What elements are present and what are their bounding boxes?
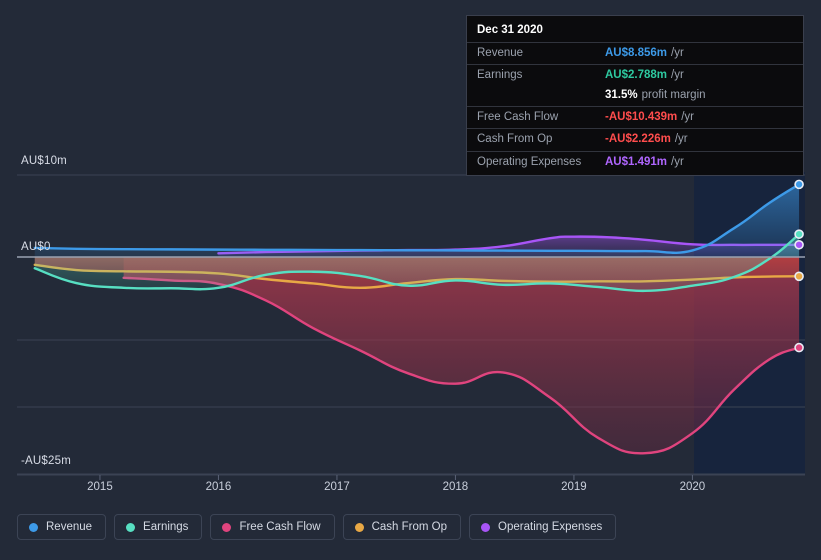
legend-item-label: Revenue	[46, 521, 93, 533]
tooltip-row: Revenue AU$8.856m/yr	[467, 42, 803, 64]
tooltip-row-value: AU$1.491m	[605, 155, 668, 168]
legend-color-dot-icon	[126, 522, 136, 532]
legend-item-cash-from-op[interactable]: Cash From Op	[342, 514, 462, 540]
legend-color-dot-icon	[222, 522, 232, 532]
legend-color-dot-icon	[354, 522, 364, 532]
tooltip-row-label: Operating Expenses	[477, 155, 582, 168]
financial-chart: AU$10m AU$0 -AU$25m 2015 2016 2017 2018 2019…	[0, 0, 821, 560]
legend-item-label: Cash From Op	[371, 521, 448, 533]
x-axis-tick-label: 2016	[205, 481, 232, 493]
y-axis-label-zero: AU$0	[21, 241, 51, 253]
legend-item-earnings[interactable]: Earnings	[114, 514, 203, 540]
series-endpoint	[794, 229, 804, 239]
series-endpoint	[794, 342, 804, 353]
y-axis-label-bottom: -AU$25m	[21, 455, 71, 467]
tooltip-row-value: -AU$2.226m	[605, 133, 671, 146]
tooltip-profit-margin-row: 31.5% profit margin	[467, 87, 803, 106]
tooltip-row-label: Revenue	[477, 47, 524, 59]
legend-color-dot-icon	[29, 522, 38, 532]
tooltip-row: Operating Expenses AU$1.491m/yr	[467, 150, 803, 173]
tooltip-row-value: AU$8.856m	[605, 47, 668, 59]
x-axis-tick-label: 2015	[87, 481, 113, 493]
data-tooltip: Dec 31 2020 Revenue AU$8.856m/yr Earnings A…	[466, 15, 804, 176]
tooltip-row: Cash From Op -AU$2.226m/yr	[467, 128, 803, 150]
tooltip-row-unit: /yr	[671, 69, 684, 82]
tooltip-rows: Revenue AU$8.856m/yr Earnings AU$2.788m/yr 3…	[467, 42, 803, 173]
series-layer	[33, 183, 801, 455]
series-endpoint	[794, 239, 804, 250]
series-endpoint	[794, 179, 804, 190]
tooltip-date: Dec 31 2020	[477, 24, 543, 36]
tooltip-row-label: Free Cash Flow	[477, 110, 559, 123]
tooltip-row-label: Earnings	[477, 69, 523, 82]
legend-item-label: Free Cash Flow	[239, 521, 321, 533]
legend-item-label: Earnings	[143, 521, 189, 533]
legend-color-dot-icon	[481, 522, 491, 532]
tooltip-row-label: Cash From Op	[477, 133, 553, 146]
tooltip-row-unit: /yr	[671, 155, 684, 168]
tooltip-row-unit: /yr	[674, 133, 688, 146]
x-axis-tick-label: 2017	[324, 481, 350, 493]
chart-legend[interactable]: Revenue Earnings Free Cash Flow Cash From O…	[17, 514, 617, 540]
profit-margin-value: 31.5%	[605, 88, 638, 101]
legend-item-free-cash-flow[interactable]: Free Cash Flow	[210, 514, 335, 540]
x-axis-tick-label: 2018	[442, 481, 469, 493]
legend-item-revenue[interactable]: Revenue	[17, 514, 107, 540]
x-tick-marks	[99, 475, 693, 480]
x-axis-tick-label: 2020	[679, 481, 706, 493]
profit-margin-label: profit margin	[641, 88, 706, 101]
tooltip-row-unit: /yr	[671, 47, 684, 59]
series-endpoint	[794, 271, 804, 282]
tooltip-row: Earnings AU$2.788m/yr	[467, 64, 803, 86]
legend-item-label: Operating Expenses	[498, 521, 603, 533]
tooltip-row-value: -AU$10.439m	[605, 110, 678, 123]
tooltip-row-value: AU$2.788m	[605, 69, 668, 82]
x-axis-tick-label: 2019	[561, 481, 587, 493]
tooltip-row: Free Cash Flow -AU$10.439m/yr	[467, 105, 803, 128]
legend-item-operating-expenses[interactable]: Operating Expenses	[469, 514, 617, 540]
tooltip-row-unit: /yr	[681, 110, 695, 123]
y-axis-label-top: AU$10m	[21, 155, 67, 167]
